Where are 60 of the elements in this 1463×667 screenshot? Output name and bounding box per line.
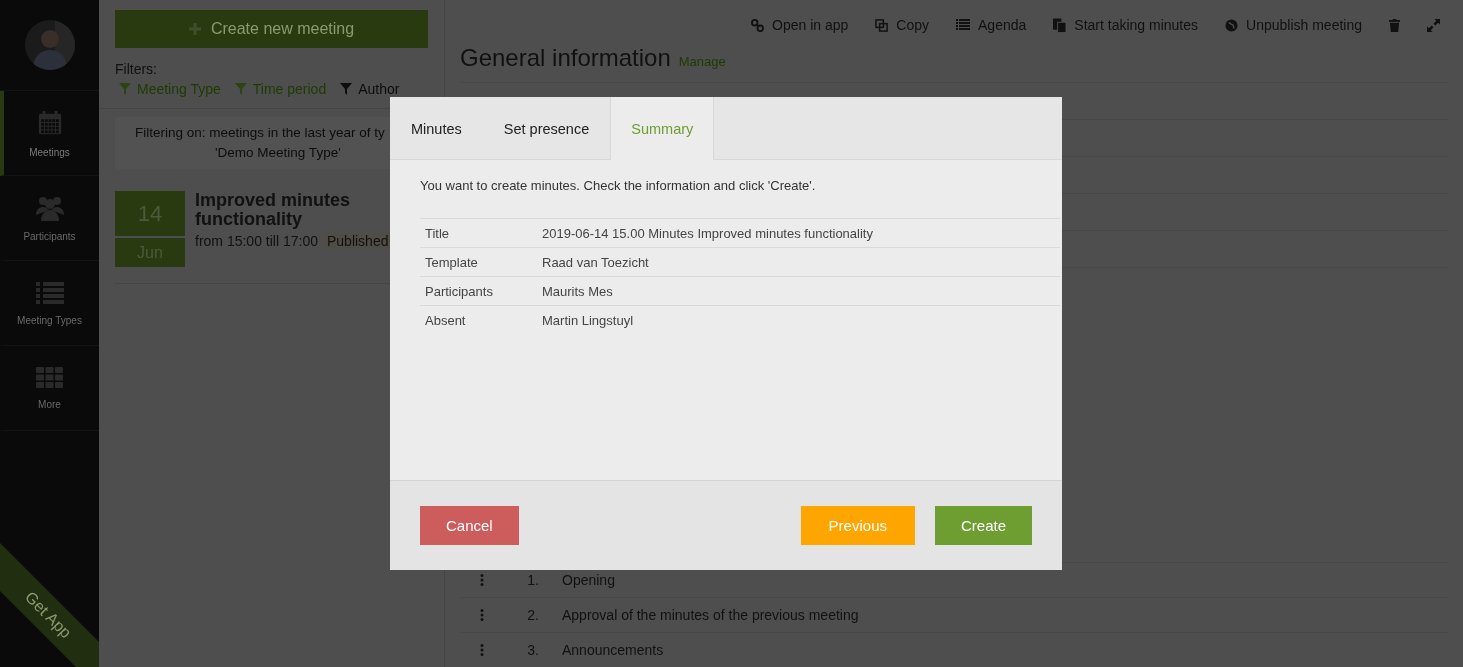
trash-icon[interactable] bbox=[1389, 18, 1400, 32]
copy-icon bbox=[875, 18, 889, 32]
create-meeting-button[interactable]: Create new meeting bbox=[115, 10, 428, 48]
tab[interactable]: Summary bbox=[610, 97, 715, 160]
section-title: General information bbox=[460, 44, 671, 72]
item-number: 3. bbox=[526, 642, 540, 658]
notice-line: 'Demo Meeting Type' bbox=[215, 144, 341, 162]
filter-link[interactable]: Author bbox=[340, 81, 400, 97]
summary-value: 2019-06-14 15.00 Minutes Improved minutes functionality bbox=[537, 218, 1060, 248]
create-button[interactable]: Create bbox=[934, 506, 1032, 545]
previous-button[interactable]: Previous bbox=[800, 506, 915, 545]
people-icon bbox=[34, 194, 65, 221]
intro-text: You want to create minutes. Check the information and click 'Create'. bbox=[420, 178, 817, 193]
filters-label: Filters: bbox=[115, 61, 158, 77]
cancel-button[interactable]: Cancel bbox=[420, 506, 519, 545]
filter-link[interactable]: Time period bbox=[234, 81, 327, 97]
toolbar-button[interactable]: Open in app bbox=[751, 17, 849, 33]
summary-value: Maurits Mes bbox=[537, 276, 1060, 306]
summary-label: Template bbox=[420, 247, 537, 277]
toolbar-button[interactable]: Start taking minutes bbox=[1053, 17, 1199, 33]
list-icon bbox=[956, 19, 970, 31]
expand-icon[interactable] bbox=[1427, 18, 1440, 32]
tab[interactable]: Minutes bbox=[390, 97, 483, 160]
filter-icon bbox=[234, 83, 247, 95]
list-icon bbox=[35, 280, 64, 305]
item-number: 2. bbox=[526, 607, 540, 623]
summary-label: Title bbox=[420, 218, 537, 248]
meeting-title[interactable]: Improved minutes functionality bbox=[195, 191, 365, 229]
toolbar-button[interactable]: Unpublish meeting bbox=[1225, 17, 1362, 33]
agenda-item-title[interactable]: Approval of the minutes of the previous meeting bbox=[562, 607, 859, 623]
agenda-item-title[interactable]: Opening bbox=[562, 572, 615, 588]
clipboard-icon bbox=[1053, 17, 1067, 33]
grid-icon bbox=[35, 366, 64, 389]
summary-label: Participants bbox=[420, 276, 537, 306]
more-icon[interactable] bbox=[480, 609, 484, 621]
filter-icon bbox=[340, 83, 353, 95]
more-icon[interactable] bbox=[480, 574, 484, 586]
manage-link[interactable]: Manage bbox=[678, 54, 726, 69]
calendar-icon bbox=[36, 108, 63, 137]
link-icon bbox=[751, 18, 765, 32]
plus-icon bbox=[188, 23, 201, 35]
sidebar-item[interactable]: Meeting Types bbox=[0, 261, 99, 346]
sidebar-item[interactable]: Participants bbox=[0, 176, 99, 261]
avatar[interactable] bbox=[24, 20, 75, 70]
notice-line: Filtering on: meetings in the last year of ty bbox=[135, 124, 386, 142]
item-number: 1. bbox=[526, 572, 540, 588]
summary-label: Absent bbox=[420, 305, 537, 334]
more-icon[interactable] bbox=[480, 644, 484, 656]
status-label: Published bbox=[323, 233, 392, 249]
filter-link[interactable]: Meeting Type bbox=[119, 81, 221, 97]
sidebar-item[interactable]: More bbox=[0, 346, 99, 431]
filter-icon bbox=[119, 83, 131, 95]
tab[interactable]: Set presence bbox=[482, 97, 611, 160]
toolbar-button[interactable]: Agenda bbox=[956, 17, 1027, 33]
meeting-time: from 15:00 till 17:00 bbox=[195, 233, 318, 249]
sidebar-item[interactable]: Meetings bbox=[0, 91, 99, 176]
summary-value: Raad van Toezicht bbox=[537, 247, 1060, 277]
toolbar-button[interactable]: Copy bbox=[875, 17, 929, 33]
agenda-item-title[interactable]: Announcements bbox=[562, 642, 664, 658]
summary-value: Martin Lingstuyl bbox=[537, 305, 1060, 334]
